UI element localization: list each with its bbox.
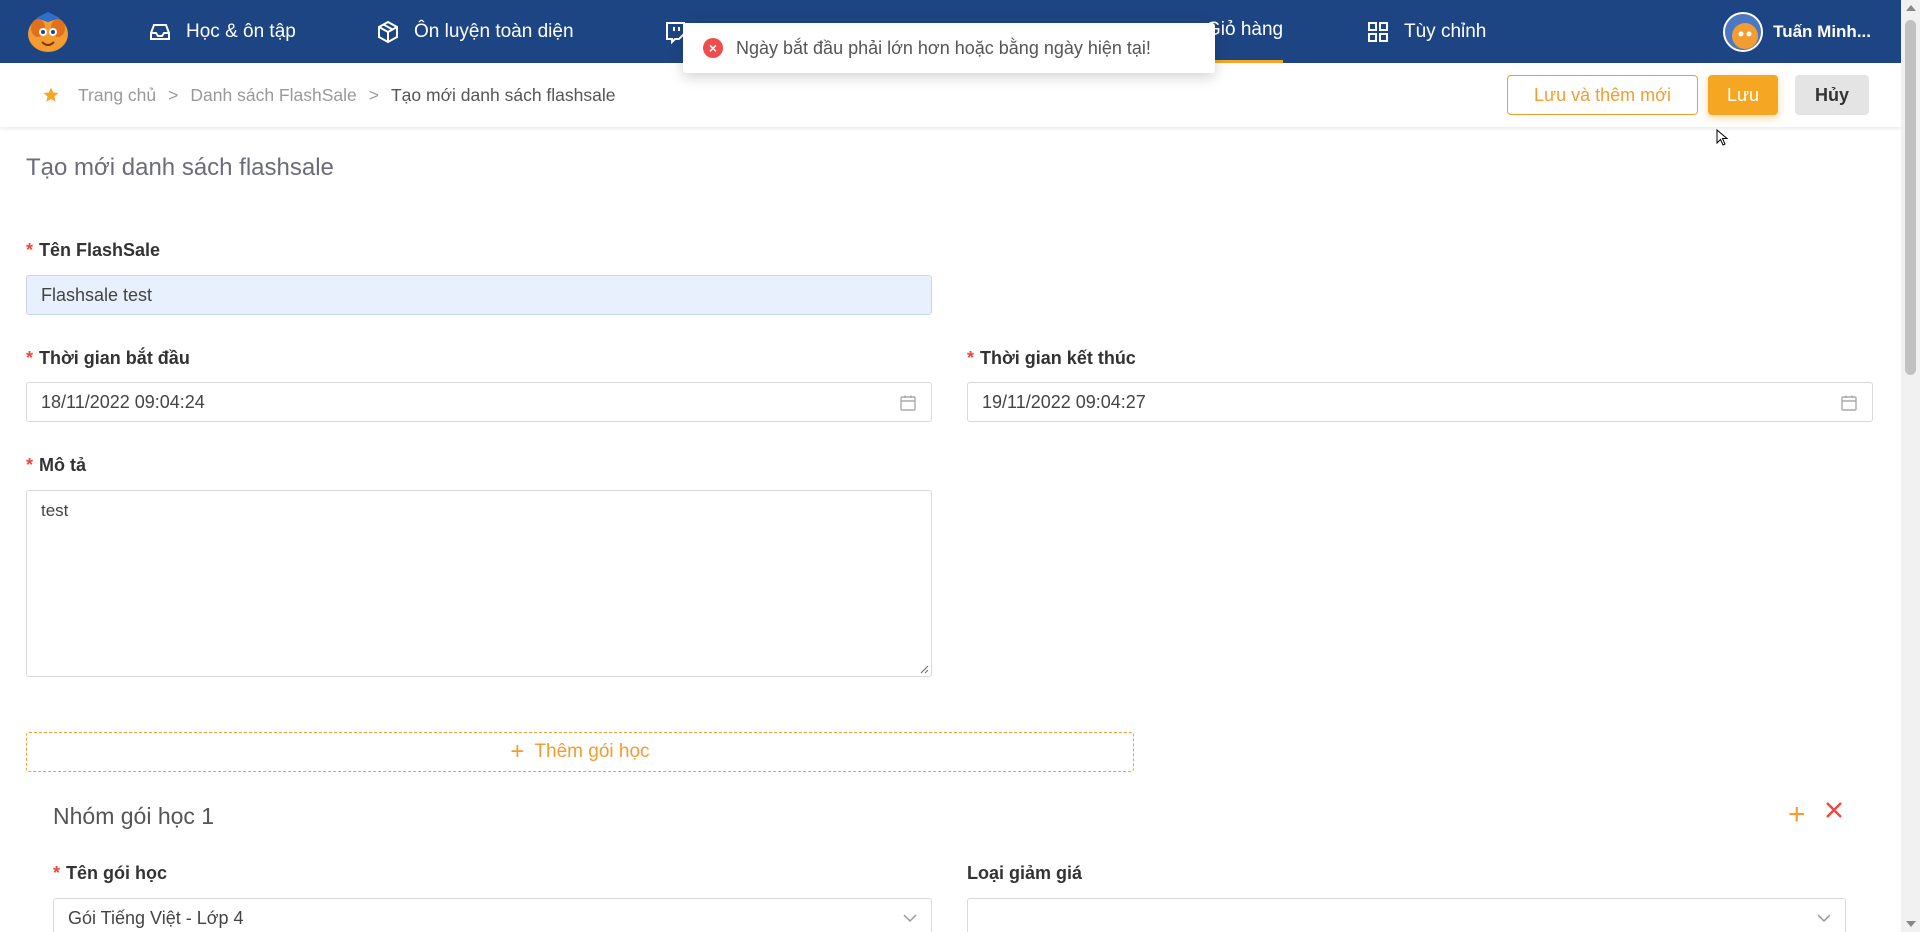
required-mark: * [26,455,34,475]
nav-item-label: Ôn luyện toàn diện [414,20,574,42]
close-icon[interactable] [1824,800,1844,820]
cube-icon [378,20,398,43]
calendar-icon [900,395,916,411]
required-mark: * [967,348,975,368]
add-group-icon[interactable]: + [1788,798,1806,832]
cancel-button[interactable]: Hủy [1795,75,1869,115]
save-button[interactable]: Lưu [1708,75,1778,115]
nav-item-label: Giỏ hàng [1206,19,1284,40]
user-menu[interactable]: Tuấn Minh... [1723,0,1871,63]
add-package-button[interactable]: + Thêm gói học [26,732,1134,772]
scrollbar-thumb[interactable] [1905,20,1916,375]
package-name-select[interactable]: Gói Tiếng Việt - Lớp 4 [53,898,932,932]
flashsale-name-label: * Tên FlashSale [26,240,161,260]
chevron-down-icon [903,914,917,923]
required-mark: * [26,348,34,368]
nav-item-learn[interactable]: Học & ôn tập [148,0,296,63]
error-toast: × Ngày bắt đầu phải lớn hơn hoặc bằng ng… [683,23,1215,73]
plus-icon: + [510,738,525,765]
scroll-down-icon[interactable] [1906,921,1916,927]
required-mark: * [26,240,34,260]
flashsale-name-input[interactable]: Flashsale test [26,275,932,315]
page-title: Tạo mới danh sách flashsale [26,154,334,181]
input-value: 18/11/2022 09:04:24 [41,391,205,412]
avatar [1723,11,1764,52]
end-time-label: * Thời gian kết thúc [967,348,1136,368]
start-time-label: * Thời gian bắt đầu [26,348,190,368]
breadcrumb-current: Tạo mới danh sách flashsale [390,84,616,105]
page-scrollbar[interactable] [1901,0,1920,932]
start-time-picker[interactable]: 18/11/2022 09:04:24 [26,382,932,422]
discount-type-select[interactable] [967,898,1846,932]
toast-message: Ngày bắt đầu phải lớn hơn hoặc bằng ngày… [736,37,1151,58]
add-package-label: Thêm gói học [534,741,650,762]
user-name: Tuấn Minh... [1773,21,1871,41]
breadcrumb-flashsale-list[interactable]: Danh sách FlashSale [190,85,356,106]
resize-handle-icon[interactable] [919,664,929,674]
end-time-picker[interactable]: 19/11/2022 09:04:27 [967,382,1873,422]
mouse-cursor-icon [1716,129,1729,146]
nav-item-customize[interactable]: Tùy chỉnh [1366,0,1486,63]
breadcrumb-home[interactable]: Trang chủ [78,85,156,106]
nav-item-cart[interactable]: Giỏ hàng [1206,0,1284,63]
scroll-up-icon[interactable] [1906,5,1916,11]
input-value: Flashsale test [41,284,153,305]
save-and-new-button[interactable]: Lưu và thêm mới [1507,75,1698,115]
calendar-icon [1841,395,1857,411]
nav-item-label: Tùy chỉnh [1404,20,1487,42]
breadcrumb-separator: > [368,84,379,105]
input-value: 19/11/2022 09:04:27 [982,391,1146,412]
breadcrumb: Trang chủ > Danh sách FlashSale > Tạo mớ… [42,63,616,127]
textarea-value: test [41,501,69,520]
nav-item-practice[interactable]: Ôn luyện toàn diện [376,0,574,63]
discount-type-label: Loại giảm giá [967,863,1083,883]
error-icon: × [703,38,723,58]
package-group-title: Nhóm gói học 1 [53,803,215,829]
select-value: Gói Tiếng Việt - Lớp 4 [68,907,244,928]
description-label: * Mô tả [26,455,87,475]
grid-icon [1368,21,1388,42]
app-logo-icon[interactable] [24,10,72,54]
chevron-down-icon [1817,914,1831,923]
breadcrumb-separator: > [168,84,179,105]
required-mark: * [53,863,61,883]
star-icon [43,87,59,102]
nav-item-label: Học & ôn tập [186,20,296,42]
description-textarea[interactable]: test [26,490,932,677]
package-name-label: * Tên gói học [53,863,168,883]
inbox-icon [150,23,170,40]
